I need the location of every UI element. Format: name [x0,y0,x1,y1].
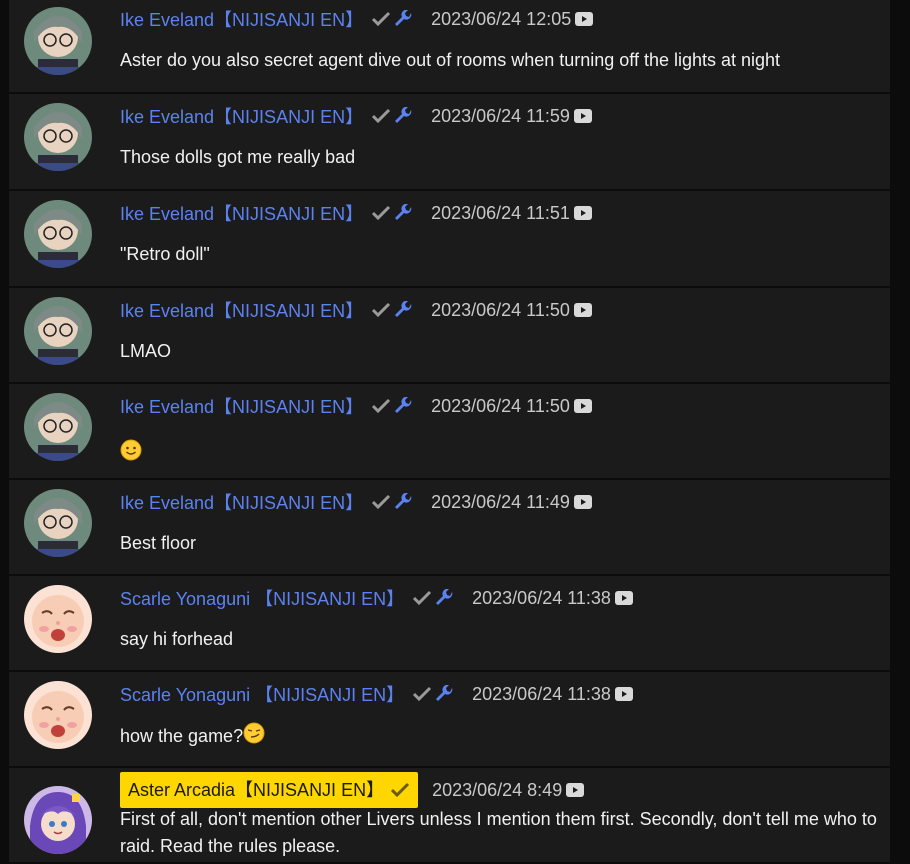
message-timestamp: 2023/06/24 11:59 [431,105,570,126]
youtube-icon[interactable] [573,109,592,123]
moderator-wrench-icon [395,107,413,125]
avatar[interactable] [24,297,92,365]
smirking-face-icon [243,722,265,752]
author-name[interactable]: Ike Eveland【NIJISANJI EN】 [120,489,363,515]
message-timestamp: 2023/06/24 11:50 [431,299,570,320]
verified-check-icon [371,205,391,221]
verified-check-icon [371,398,391,414]
avatar[interactable] [24,489,92,557]
author-name[interactable]: Ike Eveland【NIJISANJI EN】 [120,6,363,32]
message-header: Scarle Yonaguni 【NIJISANJI EN】 2023/06/2… [120,586,633,610]
message-text: say hi forhead [120,629,234,649]
youtube-icon[interactable] [573,303,592,317]
message-text: Aster do you also secret agent dive out … [120,50,781,70]
chat-message: Aster Arcadia【NIJISANJI EN】 2023/06/24 8… [9,768,890,864]
youtube-icon[interactable] [573,206,592,220]
author-name[interactable]: Scarle Yonaguni 【NIJISANJI EN】 [120,585,404,611]
youtube-icon[interactable] [575,12,594,26]
message-text: LMAO [120,341,172,361]
message-header: Ike Eveland【NIJISANJI EN】 2023/06/24 11:… [120,490,592,514]
message-timestamp: 2023/06/24 11:38 [472,587,611,608]
message-header: Ike Eveland【NIJISANJI EN】 2023/06/24 12:… [120,6,594,32]
message-text: First of all, don't mention other Livers… [120,809,877,856]
verified-check-icon [412,590,432,606]
chat-message: Ike Eveland【NIJISANJI EN】 2023/06/24 11:… [9,288,890,384]
youtube-icon[interactable] [614,591,633,605]
avatar[interactable] [24,7,92,75]
message-text: how the game? [120,722,878,752]
avatar[interactable] [24,786,92,854]
moderator-wrench-icon [395,493,413,511]
chat-message: Ike Eveland【NIJISANJI EN】 2023/06/24 11:… [9,480,890,576]
chat-message: Ike Eveland【NIJISANJI EN】 2023/06/24 11:… [9,384,890,480]
chat-message: Ike Eveland【NIJISANJI EN】 2023/06/24 11:… [9,191,890,288]
moderator-wrench-icon [436,589,454,607]
moderator-wrench-icon [395,204,413,222]
message-timestamp: 2023/06/24 8:49 [432,779,563,800]
message-timestamp: 2023/06/24 11:38 [472,683,611,704]
author-name[interactable]: Ike Eveland【NIJISANJI EN】 [120,200,363,226]
youtube-icon[interactable] [614,687,633,701]
avatar[interactable] [24,200,92,268]
author-name: Aster Arcadia【NIJISANJI EN】 [128,780,385,800]
moderator-wrench-icon [395,301,413,319]
chat-message: Ike Eveland【NIJISANJI EN】 2023/06/24 11:… [9,94,890,191]
message-timestamp: 2023/06/24 12:05 [431,8,572,29]
message-text [120,439,878,469]
author-name[interactable]: Ike Eveland【NIJISANJI EN】 [120,103,363,129]
verified-check-icon [371,11,391,27]
chat-message-list: Ike Eveland【NIJISANJI EN】 2023/06/24 12:… [0,0,910,864]
youtube-icon[interactable] [573,495,592,509]
message-timestamp: 2023/06/24 11:49 [431,491,570,512]
owner-author-badge[interactable]: Aster Arcadia【NIJISANJI EN】 [120,772,419,808]
chat-message: Scarle Yonaguni 【NIJISANJI EN】 2023/06/2… [9,672,890,768]
message-text-content: how the game? [120,725,244,746]
slightly-smiling-face-icon [120,439,142,469]
message-header: Ike Eveland【NIJISANJI EN】 2023/06/24 11:… [120,394,592,418]
youtube-icon[interactable] [566,783,585,797]
verified-check-icon [412,686,432,702]
author-name[interactable]: Ike Eveland【NIJISANJI EN】 [120,393,363,419]
message-header: Ike Eveland【NIJISANJI EN】 2023/06/24 11:… [120,298,592,322]
verified-check-icon [371,494,391,510]
author-name[interactable]: Ike Eveland【NIJISANJI EN】 [120,297,363,323]
message-text: Best floor [120,533,197,553]
message-timestamp: 2023/06/24 11:51 [431,202,570,223]
moderator-wrench-icon [395,397,413,415]
avatar[interactable] [24,393,92,461]
author-name[interactable]: Scarle Yonaguni 【NIJISANJI EN】 [120,681,404,707]
moderator-wrench-icon [436,685,454,703]
chat-message: Ike Eveland【NIJISANJI EN】 2023/06/24 12:… [9,0,890,94]
message-text: Those dolls got me really bad [120,147,356,167]
message-header: Ike Eveland【NIJISANJI EN】 2023/06/24 11:… [120,201,592,225]
message-text: "Retro doll" [120,244,210,264]
verified-check-icon [371,108,391,124]
avatar[interactable] [24,103,92,171]
avatar[interactable] [24,681,92,749]
message-timestamp: 2023/06/24 11:50 [431,395,570,416]
youtube-icon[interactable] [573,399,592,413]
avatar[interactable] [24,585,92,653]
message-header: Ike Eveland【NIJISANJI EN】 2023/06/24 11:… [120,104,592,128]
verified-check-icon [371,302,391,318]
verified-check-icon [390,782,410,798]
chat-message: Scarle Yonaguni 【NIJISANJI EN】 2023/06/2… [9,576,890,672]
message-header: Scarle Yonaguni 【NIJISANJI EN】 2023/06/2… [120,682,633,706]
moderator-wrench-icon [395,10,413,28]
